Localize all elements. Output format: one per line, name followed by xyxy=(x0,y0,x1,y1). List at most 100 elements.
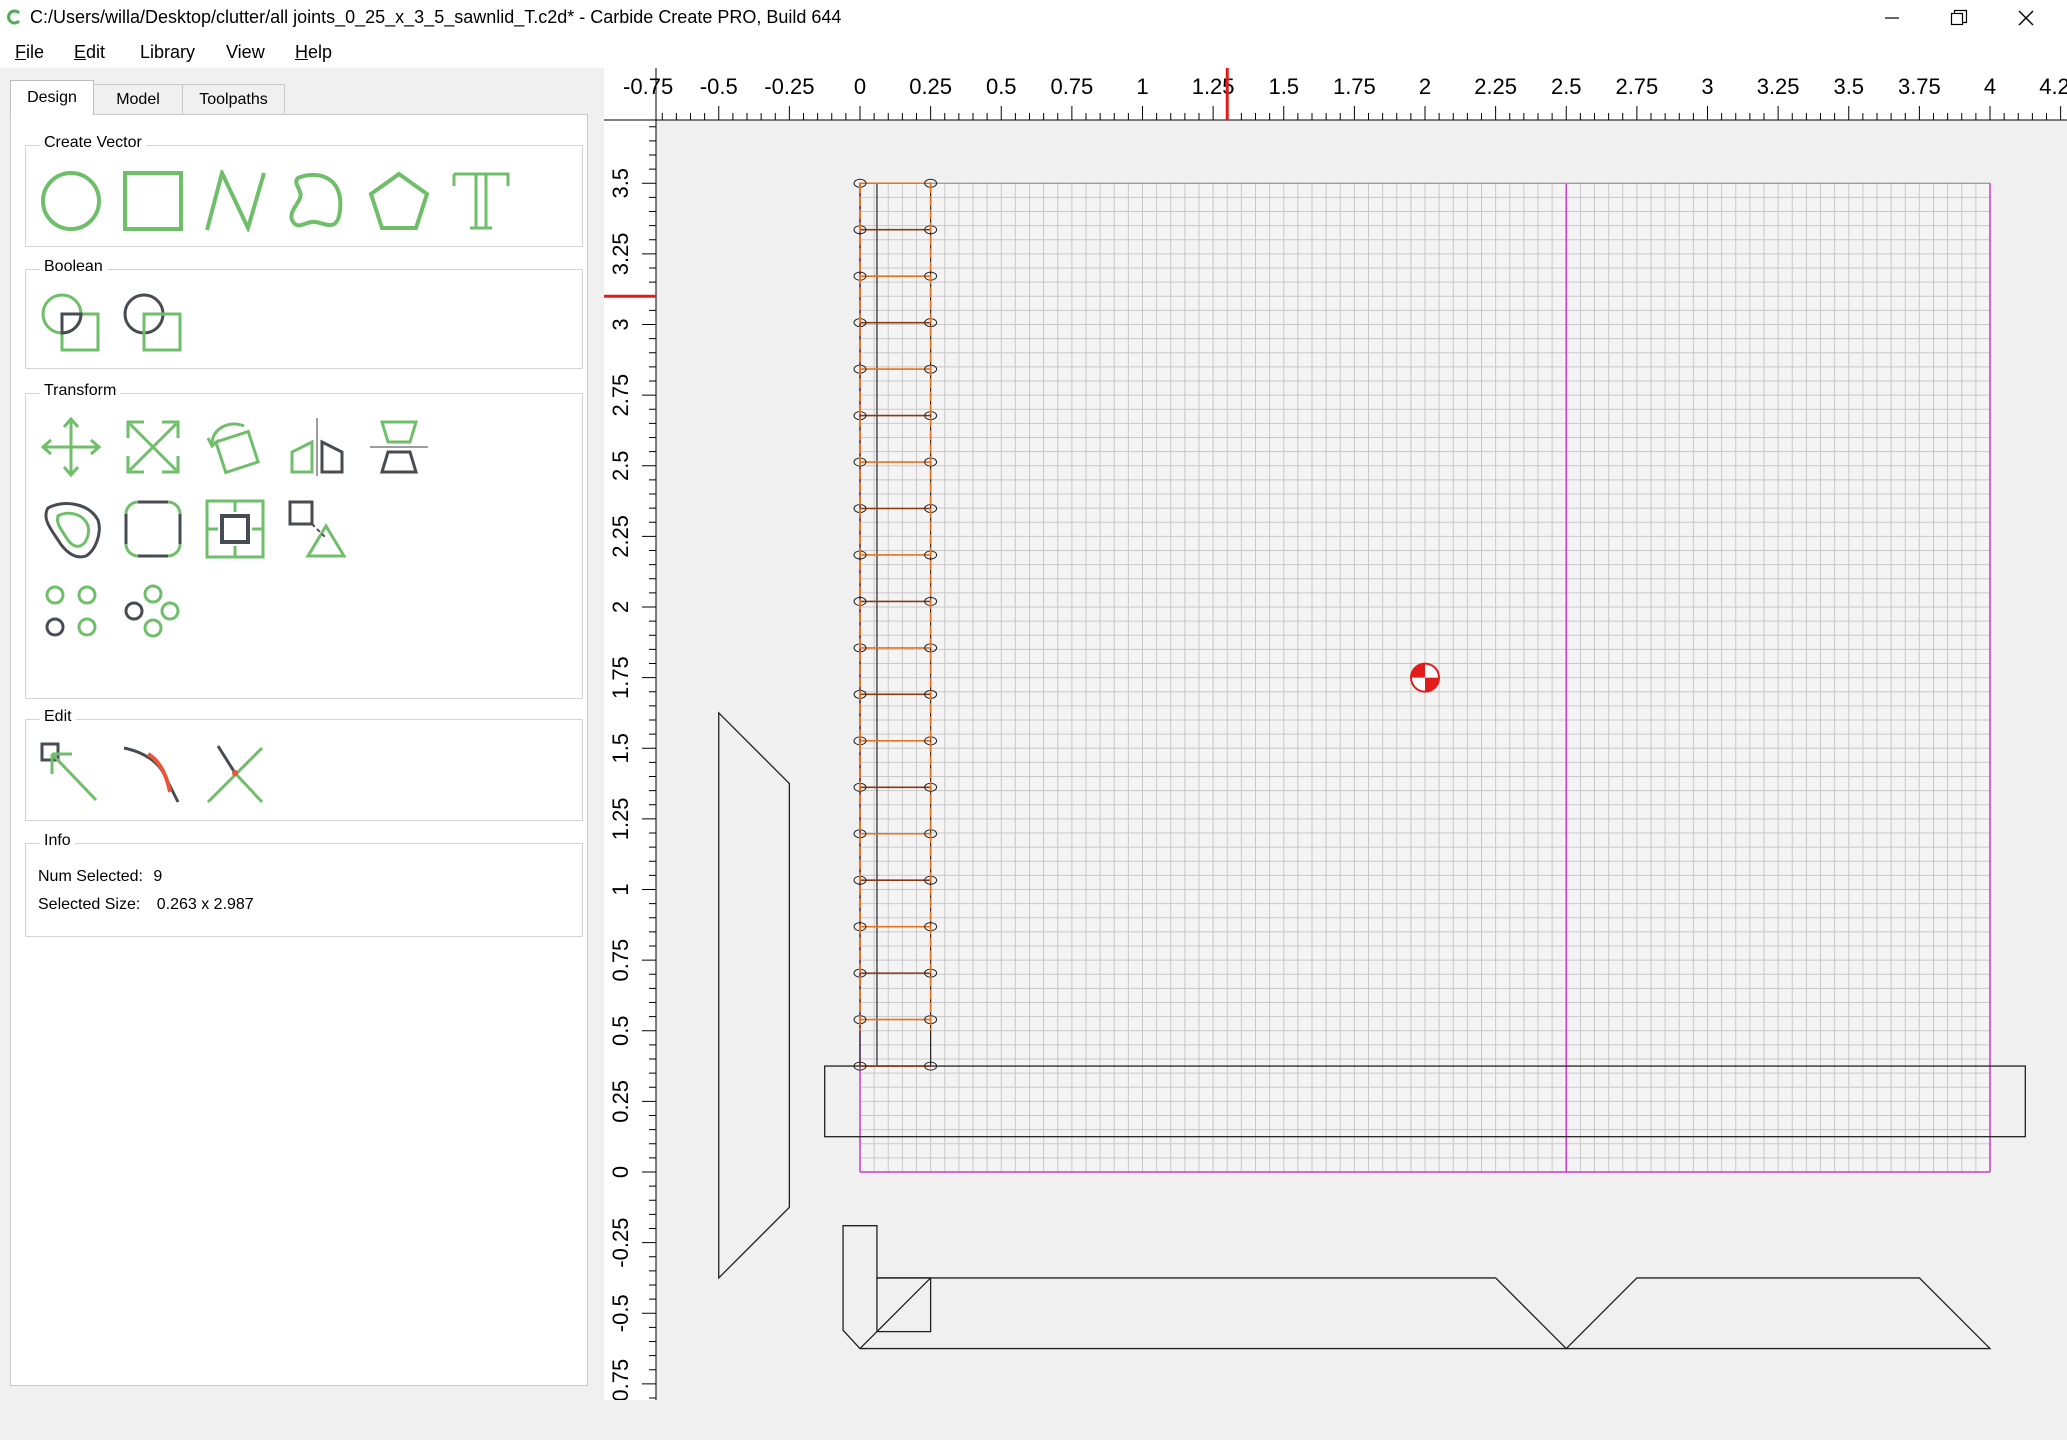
left-ruler-label: 1.25 xyxy=(608,797,633,840)
num-selected-row: Num Selected: 9 xyxy=(38,868,162,886)
top-ruler-label: 2 xyxy=(1419,74,1431,99)
draw-text-button[interactable] xyxy=(448,168,514,234)
rotate-button[interactable] xyxy=(202,414,268,480)
circular-array-button[interactable] xyxy=(120,578,186,644)
menu-help[interactable]: Help xyxy=(291,40,336,65)
fillet-icon xyxy=(124,500,182,558)
selected-size-value: 0.263 x 2.987 xyxy=(156,896,254,913)
fillet-button[interactable] xyxy=(120,496,186,562)
top-ruler-label: 2.25 xyxy=(1474,74,1517,99)
tab-model[interactable]: Model xyxy=(93,84,183,114)
tab-design[interactable]: Design xyxy=(10,80,94,115)
trim-vectors-icon xyxy=(206,745,264,804)
transform-group: Transform xyxy=(25,382,583,699)
menu-file-accel: F xyxy=(15,42,26,62)
move-button[interactable] xyxy=(38,414,104,480)
create-vector-group: Create Vector xyxy=(25,134,583,247)
selected-size-label: Selected Size: xyxy=(38,896,141,913)
node-edit-button[interactable] xyxy=(38,740,104,806)
num-selected-label: Num Selected: xyxy=(38,868,143,885)
top-ruler-label: 4.25 xyxy=(2039,74,2067,99)
mirror-vertical-icon xyxy=(370,420,428,474)
close-button[interactable] xyxy=(1993,0,2059,36)
top-ruler-label: 0.25 xyxy=(909,74,952,99)
menu-edit[interactable]: Edit xyxy=(70,40,109,65)
canvas-svg[interactable]: -0.75 -0.5 -0.25 0 0.25 0.5 0.75 1 1.25 1.5 1.75 2 2… xyxy=(604,68,2067,1409)
draw-circle-button[interactable] xyxy=(38,168,104,234)
top-ruler-label: 3.25 xyxy=(1757,74,1800,99)
design-canvas[interactable]: -0.75 -0.5 -0.25 0 0.25 0.5 0.75 1 1.25 1.5 1.75 2 2… xyxy=(604,68,2067,1409)
shape-convert-icon xyxy=(288,500,347,558)
draw-curve-button[interactable] xyxy=(284,168,350,234)
menu-file-rest: ile xyxy=(26,42,45,62)
minimize-button[interactable] xyxy=(1859,0,1925,36)
grid-array-button[interactable] xyxy=(38,578,104,644)
top-ruler-label: 1.5 xyxy=(1268,74,1299,99)
polyline-tool-icon xyxy=(205,170,266,232)
left-ruler-label: 2.5 xyxy=(608,450,633,481)
join-vectors-icon xyxy=(123,746,180,803)
draw-polyline-button[interactable] xyxy=(202,168,268,234)
title-bar: C:/Users/willa/Desktop/clutter/all joint… xyxy=(0,0,2067,36)
menu-view[interactable]: View xyxy=(222,40,269,65)
top-ruler-label: 0 xyxy=(854,74,866,99)
edit-group: Edit xyxy=(25,708,583,821)
scale-icon xyxy=(126,420,180,474)
design-tab-body: Create Vector Boolean Transform Edit Inf… xyxy=(10,114,588,1386)
left-ruler-label: 0.75 xyxy=(608,939,633,982)
restore-icon xyxy=(1950,9,1968,26)
grid-array-icon xyxy=(45,585,97,637)
menu-library-label: Library xyxy=(140,42,196,62)
top-ruler-label: 2.5 xyxy=(1551,74,1582,99)
join-vectors-button[interactable] xyxy=(120,740,186,806)
offset-button[interactable] xyxy=(38,496,104,562)
menu-edit-accel: E xyxy=(74,42,87,62)
trim-vectors-button[interactable] xyxy=(202,740,268,806)
top-ruler-label: -0.5 xyxy=(700,74,738,99)
offset-icon xyxy=(44,502,101,559)
align-center-icon xyxy=(205,499,265,559)
tab-toolpaths[interactable]: Toolpaths xyxy=(182,84,285,114)
draw-rectangle-button[interactable] xyxy=(120,168,186,234)
circular-array-icon xyxy=(124,584,180,638)
top-ruler-label: 3 xyxy=(1701,74,1713,99)
curve-tool-icon xyxy=(289,172,343,228)
top-ruler-label: -0.25 xyxy=(764,74,814,99)
left-ruler-label: 1.5 xyxy=(608,733,633,764)
close-icon xyxy=(2018,10,2034,26)
info-group: Info Num Selected: 9 Selected Size: 0.26… xyxy=(25,832,583,937)
left-ruler-label: 0.5 xyxy=(608,1015,633,1046)
mirror-horizontal-icon xyxy=(290,418,344,476)
left-ruler-label: -0.5 xyxy=(608,1294,633,1332)
center-of-mass-marker xyxy=(1410,662,1440,693)
left-ruler-label: 2 xyxy=(608,601,633,613)
shape-convert-button[interactable] xyxy=(284,496,350,562)
boolean-subtract-button[interactable] xyxy=(120,290,186,356)
left-ruler-label: 1.75 xyxy=(608,656,633,699)
menu-help-accel: H xyxy=(295,42,308,62)
circle-tool-icon xyxy=(41,171,101,231)
menu-library[interactable]: Library xyxy=(136,40,199,65)
mirror-vertical-button[interactable] xyxy=(366,414,432,480)
top-ruler-label: 1 xyxy=(1136,74,1148,99)
menu-file[interactable]: File xyxy=(11,40,48,65)
left-ruler-label: 0.25 xyxy=(608,1080,633,1123)
top-ruler-label: 4 xyxy=(1984,74,1996,99)
top-ruler-label: 0.75 xyxy=(1050,74,1093,99)
top-ruler-label: -0.75 xyxy=(623,74,673,99)
scale-button[interactable] xyxy=(120,414,186,480)
rectangle-tool-icon xyxy=(123,171,183,231)
mirror-horizontal-button[interactable] xyxy=(284,414,350,480)
boolean-union-button[interactable] xyxy=(38,290,104,356)
polygon-tool-icon xyxy=(368,171,430,230)
left-ruler-label: 2.25 xyxy=(608,515,633,558)
edit-title: Edit xyxy=(40,708,76,726)
top-ruler-label: 3.75 xyxy=(1898,74,1941,99)
node-edit-icon xyxy=(40,742,98,802)
left-ruler-label: -0.25 xyxy=(608,1218,633,1268)
restore-button[interactable] xyxy=(1926,0,1992,36)
left-ruler-label: -0.75 xyxy=(608,1359,633,1400)
rotate-icon xyxy=(206,422,261,475)
align-center-button[interactable] xyxy=(202,496,268,562)
draw-polygon-button[interactable] xyxy=(366,168,432,234)
